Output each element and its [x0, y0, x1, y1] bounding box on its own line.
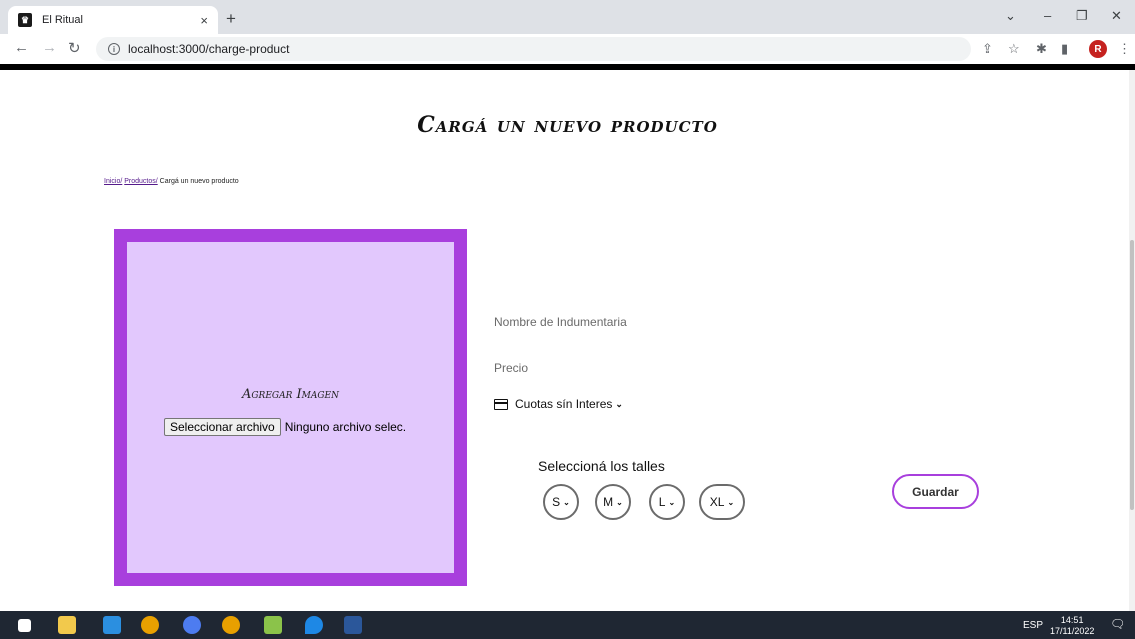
word-icon[interactable] — [344, 616, 362, 634]
notifications-icon[interactable]: 🗨 — [1110, 617, 1125, 631]
back-icon[interactable]: ← — [14, 39, 29, 56]
clock-date: 17/11/2022 — [1050, 626, 1095, 636]
page-title: Cargá un nuevo producto — [417, 112, 718, 138]
share-icon[interactable]: ⇪ — [982, 41, 993, 57]
breadcrumb-current: Cargá un nuevo producto — [159, 178, 239, 185]
profile-avatar[interactable]: R — [1089, 40, 1107, 58]
chevron-down-icon: ⌄ — [668, 497, 676, 507]
scroll-thumb[interactable] — [1130, 240, 1134, 510]
chrome-active-icon[interactable] — [222, 616, 240, 634]
installments-label: Cuotas sín Interes — [515, 397, 613, 411]
clock[interactable]: 14:51 17/11/2022 — [1050, 615, 1094, 637]
drop-app-icon[interactable] — [305, 616, 323, 634]
breadcrumb-home-link[interactable]: Inicio/ — [104, 178, 122, 185]
site-info-icon[interactable]: i — [108, 43, 120, 55]
vscode-icon[interactable] — [103, 616, 121, 634]
browser-tab[interactable]: ♛ El Ritual × — [8, 6, 218, 34]
breadcrumb-products-link[interactable]: Productos/ — [124, 178, 157, 185]
file-input[interactable]: Seleccionar archivo Ninguno archivo sele… — [164, 418, 406, 436]
app-icon[interactable] — [264, 616, 282, 634]
extensions-icon[interactable]: ✱ — [1036, 41, 1047, 57]
size-select-l[interactable]: L ⌄ — [649, 484, 685, 520]
window-close-button[interactable]: ✕ — [1111, 8, 1122, 24]
browser-menu-icon[interactable]: ⋮ — [1118, 41, 1131, 57]
tab-title: El Ritual — [42, 14, 83, 26]
size-select-m[interactable]: M ⌄ — [595, 484, 631, 520]
chevron-down-icon: ⌄ — [563, 497, 570, 507]
url-text[interactable]: localhost:3000/charge-product — [128, 42, 289, 56]
forward-icon[interactable]: → — [42, 39, 57, 56]
size-label: XL — [709, 495, 725, 509]
restore-button[interactable]: ❐ — [1076, 8, 1088, 24]
save-button[interactable]: Guardar — [892, 474, 979, 509]
chevron-down-icon: ⌄ — [615, 398, 623, 409]
browser-tabstrip: ♛ El Ritual × + ⌄ – ❐ ✕ — [0, 0, 1135, 34]
file-explorer-icon[interactable] — [58, 616, 76, 634]
tab-list-icon[interactable]: ⌄ — [1005, 8, 1016, 24]
size-select-s[interactable]: S ⌄ — [543, 484, 579, 520]
file-status-text: Ninguno archivo selec. — [284, 420, 407, 434]
site-header-bar — [0, 64, 1135, 70]
page-scrollbar[interactable] — [1129, 70, 1135, 611]
add-image-label: Agregar Imagen — [241, 387, 339, 402]
chevron-down-icon: ⌄ — [727, 497, 735, 507]
start-icon[interactable] — [18, 619, 31, 632]
size-select-xl[interactable]: XL ⌄ — [699, 484, 745, 520]
language-indicator[interactable]: ESP — [1023, 620, 1043, 631]
tab-close-icon[interactable]: × — [200, 13, 208, 28]
choose-file-button[interactable]: Seleccionar archivo — [164, 418, 281, 436]
side-panel-icon[interactable]: ▮ — [1061, 41, 1068, 57]
minimize-button[interactable]: – — [1044, 8, 1051, 23]
reload-icon[interactable]: ↻ — [68, 39, 81, 57]
site-favicon-icon: ♛ — [18, 13, 32, 27]
windows-taskbar: ESP 14:51 17/11/2022 🗨 — [0, 611, 1135, 639]
chrome-icon[interactable] — [141, 616, 159, 634]
discord-icon[interactable] — [183, 616, 201, 634]
product-name-input[interactable] — [494, 315, 754, 329]
new-tab-button[interactable]: + — [226, 9, 236, 29]
price-input[interactable] — [494, 361, 754, 375]
installments-dropdown[interactable]: Cuotas sín Interes ⌄ — [494, 397, 623, 411]
sizes-label: Seleccioná los talles — [538, 458, 665, 474]
credit-card-icon — [494, 398, 508, 410]
image-upload-panel: Agregar Imagen Seleccionar archivo Ningu… — [114, 229, 467, 586]
size-label: S — [552, 495, 561, 509]
size-label: L — [658, 495, 666, 509]
address-bar[interactable]: i localhost:3000/charge-product — [96, 37, 971, 61]
bookmark-star-icon[interactable]: ☆ — [1008, 41, 1020, 57]
browser-toolbar: ← → ↻ i localhost:3000/charge-product ⇪ … — [0, 34, 1135, 64]
chevron-down-icon: ⌄ — [616, 497, 623, 507]
breadcrumb: Inicio/ Productos/ Cargá un nuevo produc… — [104, 178, 239, 185]
size-label: M — [603, 495, 614, 509]
clock-time: 14:51 — [1060, 615, 1084, 625]
